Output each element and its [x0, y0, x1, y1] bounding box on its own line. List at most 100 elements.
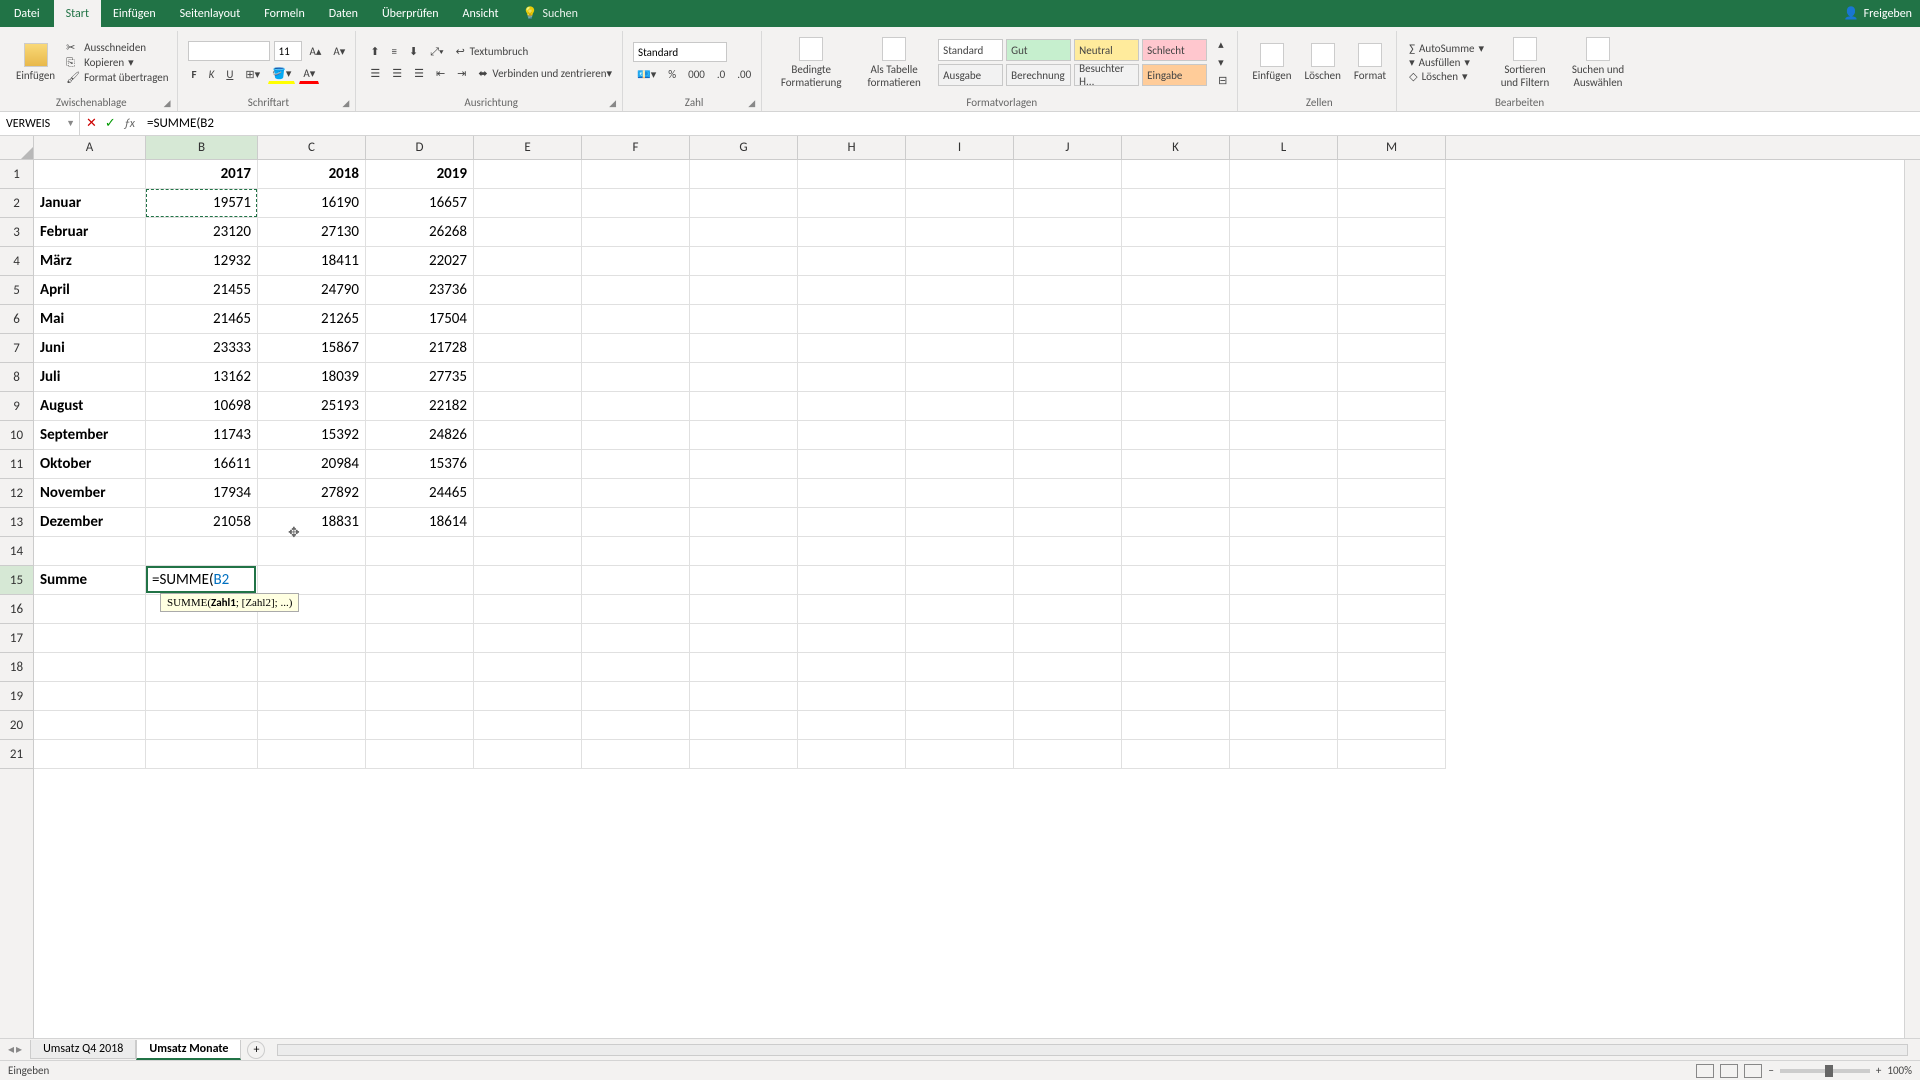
- dialog-launcher-icon[interactable]: ◢: [164, 98, 171, 109]
- paste-button[interactable]: Einfügen: [12, 41, 59, 84]
- cell[interactable]: [1338, 508, 1446, 537]
- cell[interactable]: 21728: [366, 334, 474, 363]
- cell[interactable]: [1014, 566, 1122, 595]
- cell[interactable]: [798, 508, 906, 537]
- decrease-indent-button[interactable]: ⇤: [432, 65, 449, 82]
- row-header[interactable]: 13: [0, 508, 33, 537]
- cell[interactable]: 2018: [258, 160, 366, 189]
- cell[interactable]: [906, 218, 1014, 247]
- cell[interactable]: [258, 537, 366, 566]
- cell[interactable]: [1014, 334, 1122, 363]
- cell[interactable]: [690, 421, 798, 450]
- cell[interactable]: 12932: [146, 247, 258, 276]
- cell[interactable]: [366, 595, 474, 624]
- column-header[interactable]: I: [906, 136, 1014, 159]
- cell[interactable]: 13162: [146, 363, 258, 392]
- cell[interactable]: [1014, 682, 1122, 711]
- cell[interactable]: Summe: [34, 566, 146, 595]
- cell[interactable]: [146, 740, 258, 769]
- sheet-tab[interactable]: Umsatz Monate: [136, 1040, 241, 1060]
- row-header[interactable]: 8: [0, 363, 33, 392]
- cell[interactable]: [798, 392, 906, 421]
- cell[interactable]: 21058: [146, 508, 258, 537]
- cell[interactable]: [1338, 276, 1446, 305]
- tab-review[interactable]: Überprüfen: [370, 0, 451, 27]
- cell[interactable]: [1230, 189, 1338, 218]
- cell[interactable]: [798, 682, 906, 711]
- cell[interactable]: [366, 711, 474, 740]
- cell[interactable]: 10698: [146, 392, 258, 421]
- cell[interactable]: [474, 682, 582, 711]
- normal-view-button[interactable]: [1696, 1064, 1714, 1078]
- cell[interactable]: 23736: [366, 276, 474, 305]
- row-header[interactable]: 11: [0, 450, 33, 479]
- cell[interactable]: [1230, 711, 1338, 740]
- zoom-level[interactable]: 100%: [1887, 1064, 1912, 1077]
- cell[interactable]: [34, 711, 146, 740]
- cell[interactable]: April: [34, 276, 146, 305]
- cell[interactable]: [34, 682, 146, 711]
- cell[interactable]: [1014, 508, 1122, 537]
- sort-filter-button[interactable]: Sortieren und Filtern: [1491, 35, 1559, 91]
- cell[interactable]: Oktober: [34, 450, 146, 479]
- cell[interactable]: [906, 189, 1014, 218]
- wrap-text-button[interactable]: ↩Textumbruch: [452, 43, 533, 61]
- cell[interactable]: [798, 189, 906, 218]
- cell[interactable]: 24790: [258, 276, 366, 305]
- cell[interactable]: [582, 450, 690, 479]
- cell[interactable]: [1122, 305, 1230, 334]
- cell[interactable]: [690, 392, 798, 421]
- column-header[interactable]: D: [366, 136, 474, 159]
- cell[interactable]: [1338, 363, 1446, 392]
- cell[interactable]: [1230, 479, 1338, 508]
- number-format-select[interactable]: [633, 42, 727, 62]
- cell[interactable]: [798, 450, 906, 479]
- cell[interactable]: [582, 363, 690, 392]
- cell[interactable]: 23120: [146, 218, 258, 247]
- cell[interactable]: [474, 740, 582, 769]
- cell[interactable]: [1014, 450, 1122, 479]
- cell[interactable]: [146, 653, 258, 682]
- cell[interactable]: [258, 682, 366, 711]
- cell[interactable]: [1014, 740, 1122, 769]
- cell-style-option[interactable]: Gut: [1006, 39, 1071, 61]
- cell[interactable]: [1122, 595, 1230, 624]
- zoom-in-button[interactable]: +: [1876, 1064, 1881, 1077]
- cell[interactable]: [690, 305, 798, 334]
- font-size-input[interactable]: [274, 41, 302, 61]
- cell[interactable]: [690, 740, 798, 769]
- cell[interactable]: [1230, 247, 1338, 276]
- align-center-button[interactable]: ☰: [388, 65, 406, 82]
- cell[interactable]: [1338, 624, 1446, 653]
- cell[interactable]: [1014, 421, 1122, 450]
- cell[interactable]: 18411: [258, 247, 366, 276]
- cell[interactable]: [798, 595, 906, 624]
- cell[interactable]: [1014, 595, 1122, 624]
- cell[interactable]: [582, 740, 690, 769]
- cell[interactable]: [474, 624, 582, 653]
- cell[interactable]: [1122, 334, 1230, 363]
- bold-button[interactable]: F: [188, 66, 201, 83]
- cell[interactable]: [1338, 160, 1446, 189]
- cell[interactable]: [906, 392, 1014, 421]
- row-header[interactable]: 10: [0, 421, 33, 450]
- cell[interactable]: [1338, 305, 1446, 334]
- cell[interactable]: 25193: [258, 392, 366, 421]
- cell[interactable]: [582, 160, 690, 189]
- cell[interactable]: [1122, 653, 1230, 682]
- name-box-dropdown-icon[interactable]: ▼: [62, 118, 79, 129]
- column-header[interactable]: K: [1122, 136, 1230, 159]
- delete-cells-button[interactable]: Löschen: [1300, 41, 1344, 84]
- cell[interactable]: 24465: [366, 479, 474, 508]
- cell[interactable]: [906, 450, 1014, 479]
- currency-button[interactable]: 💶▾: [633, 66, 660, 83]
- cell[interactable]: [798, 711, 906, 740]
- cell[interactable]: [1122, 392, 1230, 421]
- cell[interactable]: [798, 305, 906, 334]
- name-box[interactable]: ▼: [0, 112, 80, 135]
- cell[interactable]: 17934: [146, 479, 258, 508]
- cell[interactable]: [34, 624, 146, 653]
- cell[interactable]: [582, 537, 690, 566]
- cell[interactable]: [582, 392, 690, 421]
- row-header[interactable]: 18: [0, 653, 33, 682]
